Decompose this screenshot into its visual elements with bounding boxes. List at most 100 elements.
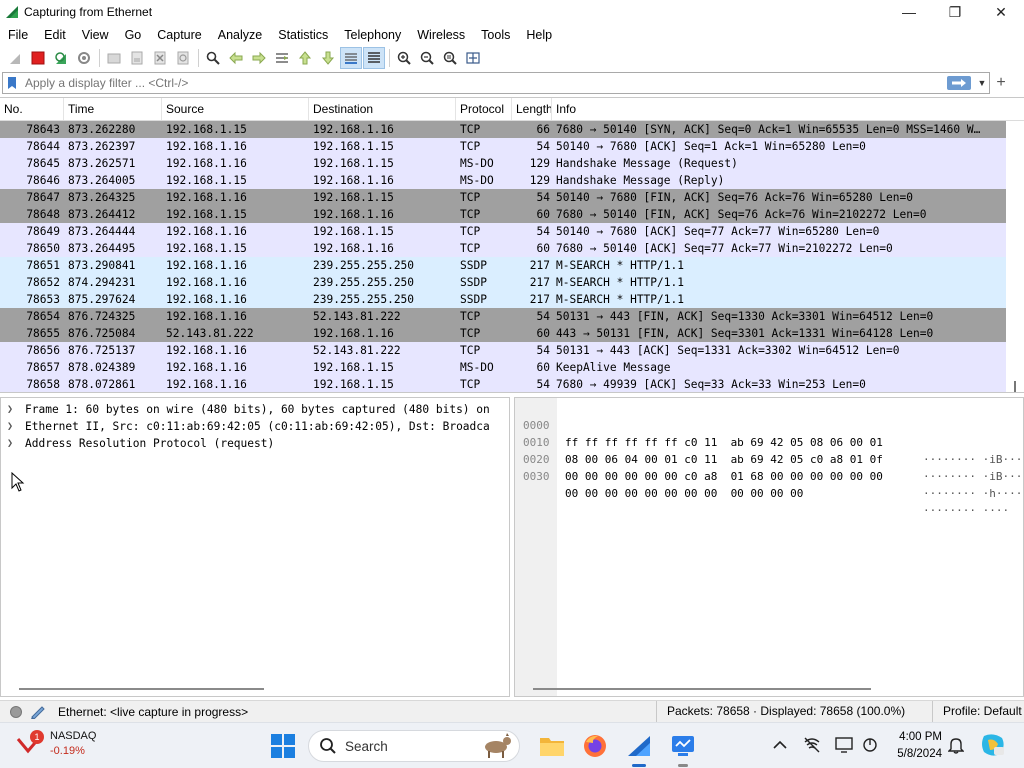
capture-comment-icon[interactable] xyxy=(30,705,46,719)
cell-length: 60 xyxy=(536,208,550,221)
chevron-right-icon[interactable]: ❯ xyxy=(7,404,25,415)
packet-row[interactable]: 78651 873.290841 192.168.1.16 239.255.255.2… xyxy=(0,257,1024,274)
bytes-ascii[interactable]: ········ ·h······ xyxy=(923,485,1023,502)
stop-capture-icon[interactable] xyxy=(27,47,49,69)
bytes-hex[interactable]: 00 00 00 00 00 00 00 00 00 00 00 00 xyxy=(565,485,915,502)
cell-length: 54 xyxy=(536,344,550,357)
go-forward-icon[interactable] xyxy=(248,47,270,69)
column-header-source[interactable]: Source xyxy=(162,98,309,120)
menu-telephony[interactable]: Telephony xyxy=(336,24,409,46)
windows-start-icon[interactable] xyxy=(270,733,296,759)
bytes-ascii[interactable]: ········ ·iB····· xyxy=(923,468,1023,485)
find-packet-icon[interactable] xyxy=(202,47,224,69)
column-header-destination[interactable]: Destination xyxy=(309,98,456,120)
auto-scroll-icon[interactable] xyxy=(340,47,362,69)
menu-tools[interactable]: Tools xyxy=(473,24,518,46)
menu-analyze[interactable]: Analyze xyxy=(210,24,270,46)
bytes-horizontal-scrollbar[interactable] xyxy=(533,688,871,690)
packet-row[interactable]: 78652 874.294231 192.168.1.16 239.255.255.2… xyxy=(0,274,1024,291)
add-filter-button[interactable]: + xyxy=(993,74,1009,92)
normal-size-icon[interactable] xyxy=(439,47,461,69)
packet-row[interactable]: 78645 873.262571 192.168.1.16 192.168.1.15 M… xyxy=(0,155,1024,172)
reload-file-icon[interactable] xyxy=(172,47,194,69)
bytes-hex[interactable]: 08 00 06 04 00 01 c0 11 ab 69 42 05 c0 a… xyxy=(565,451,915,468)
profile-text[interactable]: Profile: Default xyxy=(932,701,1022,722)
bytes-ascii[interactable]: ········ ···· xyxy=(923,502,1023,519)
bytes-ascii[interactable]: ········ ·iB····· xyxy=(923,451,1023,468)
menu-capture[interactable]: Capture xyxy=(149,24,209,46)
colorize-icon[interactable] xyxy=(363,47,385,69)
packet-row[interactable]: 78643 873.262280 192.168.1.15 192.168.1.16 T… xyxy=(0,121,1024,138)
tree-item-frame[interactable]: ❯ Frame 1: 60 bytes on wire (480 bits), … xyxy=(1,401,509,418)
bytes-hex[interactable]: ff ff ff ff ff ff c0 11 ab 69 42 05 08 0… xyxy=(565,434,915,451)
menu-edit[interactable]: Edit xyxy=(36,24,74,46)
go-first-icon[interactable] xyxy=(294,47,316,69)
battery-saver-icon[interactable] xyxy=(860,735,880,755)
packet-row[interactable]: 78649 873.264444 192.168.1.16 192.168.1.15 T… xyxy=(0,223,1024,240)
menu-statistics[interactable]: Statistics xyxy=(270,24,336,46)
notifications-bell-icon[interactable] xyxy=(946,735,966,755)
copilot-icon[interactable] xyxy=(980,732,1006,758)
packet-row[interactable]: 78648 873.264412 192.168.1.15 192.168.1.16 T… xyxy=(0,206,1024,223)
packet-row[interactable]: 78650 873.264495 192.168.1.15 192.168.1.16 T… xyxy=(0,240,1024,257)
taskbar-search-box[interactable]: Search xyxy=(308,730,520,762)
go-last-icon[interactable] xyxy=(317,47,339,69)
packet-row[interactable]: 78644 873.262397 192.168.1.16 192.168.1.15 T… xyxy=(0,138,1024,155)
scrollbar-thumb[interactable] xyxy=(1014,381,1016,392)
chevron-up-icon[interactable] xyxy=(770,735,790,755)
start-capture-icon[interactable] xyxy=(4,47,26,69)
tree-item-arp[interactable]: ❯ Address Resolution Protocol (request) xyxy=(1,435,509,452)
chevron-right-icon[interactable]: ❯ xyxy=(7,438,25,449)
go-to-packet-icon[interactable] xyxy=(271,47,293,69)
zoom-in-icon[interactable] xyxy=(393,47,415,69)
resize-columns-icon[interactable] xyxy=(462,47,484,69)
close-file-icon[interactable] xyxy=(149,47,171,69)
stock-widget[interactable]: 1 NASDAQ -0.19% xyxy=(14,729,96,759)
minimize-button[interactable]: — xyxy=(886,0,932,24)
column-header-time[interactable]: Time xyxy=(64,98,162,120)
menu-view[interactable]: View xyxy=(74,24,117,46)
menu-file[interactable]: File xyxy=(0,24,36,46)
maximize-button[interactable]: ❐ xyxy=(932,0,978,24)
go-back-icon[interactable] xyxy=(225,47,247,69)
packet-row[interactable]: 78656 876.725137 192.168.1.16 52.143.81.222… xyxy=(0,342,1024,359)
bytes-hex[interactable]: 00 00 00 00 00 00 c0 a8 01 68 00 00 00 0… xyxy=(565,468,915,485)
open-file-icon[interactable] xyxy=(103,47,125,69)
bookmark-icon[interactable] xyxy=(5,74,19,92)
menu-wireless[interactable]: Wireless xyxy=(409,24,473,46)
system-clock[interactable]: 4:00 PM 5/8/2024 xyxy=(888,729,942,763)
packet-row[interactable]: 78655 876.725084 52.143.81.222 192.168.1.16… xyxy=(0,325,1024,342)
display-filter-input[interactable] xyxy=(19,74,947,92)
tree-item-ethernet[interactable]: ❯ Ethernet II, Src: c0:11:ab:69:42:05 (c… xyxy=(1,418,509,435)
column-header-protocol[interactable]: Protocol xyxy=(456,98,512,120)
packet-row[interactable]: 78653 875.297624 192.168.1.16 239.255.255.2… xyxy=(0,291,1024,308)
zoom-out-icon[interactable] xyxy=(416,47,438,69)
details-horizontal-scrollbar[interactable] xyxy=(19,688,264,690)
packet-row[interactable]: 78658 878.072861 192.168.1.16 192.168.1.15 T… xyxy=(0,376,1024,392)
restart-capture-icon[interactable] xyxy=(50,47,72,69)
network-offline-icon[interactable] xyxy=(802,735,822,755)
capture-options-icon[interactable] xyxy=(73,47,95,69)
column-header-no[interactable]: No. xyxy=(0,98,64,120)
close-button[interactable]: ✕ xyxy=(978,0,1024,24)
capture-status-led-icon[interactable] xyxy=(10,705,22,718)
column-header-length[interactable]: Length xyxy=(512,98,552,120)
menu-help[interactable]: Help xyxy=(518,24,560,46)
apply-filter-arrow-icon[interactable] xyxy=(947,76,971,90)
packet-row[interactable]: 78646 873.264005 192.168.1.15 192.168.1.16 M… xyxy=(0,172,1024,189)
packet-list-scrollbar[interactable] xyxy=(1006,121,1024,392)
packet-row[interactable]: 78647 873.264325 192.168.1.16 192.168.1.15 T… xyxy=(0,189,1024,206)
save-file-icon[interactable] xyxy=(126,47,148,69)
chevron-right-icon[interactable]: ❯ xyxy=(7,421,25,432)
network-app-icon[interactable] xyxy=(668,731,698,767)
wireshark-icon[interactable] xyxy=(624,731,654,767)
display-icon[interactable] xyxy=(834,735,854,755)
file-explorer-icon[interactable] xyxy=(537,731,567,761)
column-header-info[interactable]: Info xyxy=(552,98,1000,120)
chevron-down-icon[interactable]: ▼ xyxy=(975,74,989,92)
firefox-icon[interactable] xyxy=(580,731,610,761)
packet-row[interactable]: 78657 878.024389 192.168.1.16 192.168.1.15 M… xyxy=(0,359,1024,376)
packet-row[interactable]: 78654 876.724325 192.168.1.16 52.143.81.222… xyxy=(0,308,1024,325)
cell-length: 54 xyxy=(536,310,550,323)
menu-go[interactable]: Go xyxy=(117,24,150,46)
